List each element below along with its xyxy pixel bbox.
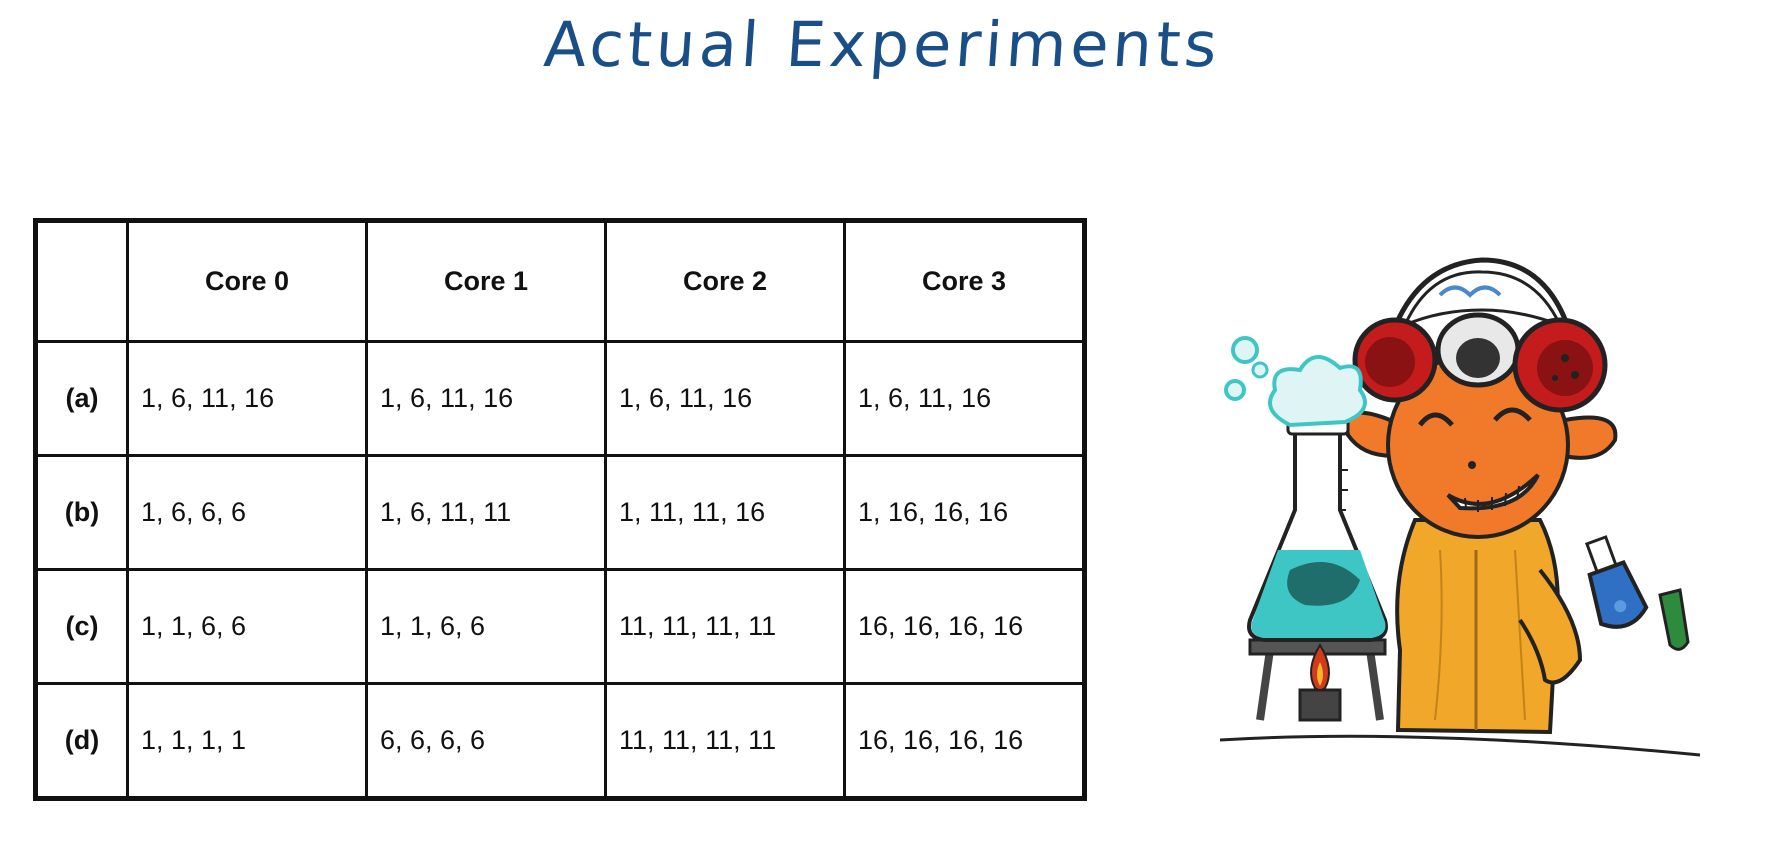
table-cell: 1, 1, 1, 1 <box>126 682 368 800</box>
scientist-illustration <box>1219 250 1730 775</box>
table-cell: 1, 1, 6, 6 <box>126 568 368 685</box>
row-label: (b) <box>34 454 129 571</box>
header-cell-empty <box>34 219 129 343</box>
header-cell-core-2: Core 2 <box>604 219 846 343</box>
table-cell: 6, 6, 6, 6 <box>365 682 607 800</box>
experiments-table: Core 0 Core 1 Core 2 Core 3 (a) 1, 6, 11… <box>33 218 1087 801</box>
table-cell: 11, 11, 11, 11 <box>604 568 846 685</box>
experiments-table-container: Core 0 Core 1 Core 2 Core 3 (a) 1, 6, 11… <box>33 218 1087 801</box>
header-cell-core-3: Core 3 <box>843 219 1086 343</box>
table-cell: 16, 16, 16, 16 <box>843 568 1086 685</box>
scientist-with-flask-icon <box>1219 257 1701 757</box>
header-cell-core-1: Core 1 <box>365 219 607 343</box>
table-row: (c) 1, 1, 6, 6 1, 1, 6, 6 11, 11, 11, 11… <box>34 568 1086 685</box>
table-cell: 1, 6, 6, 6 <box>126 454 368 571</box>
row-label: (a) <box>34 340 129 457</box>
table-header-row: Core 0 Core 1 Core 2 Core 3 <box>34 219 1086 343</box>
row-label: (d) <box>34 682 129 800</box>
table-cell: 1, 6, 11, 11 <box>365 454 607 571</box>
table-cell: 1, 6, 11, 16 <box>365 340 607 457</box>
table-row: (a) 1, 6, 11, 16 1, 6, 11, 16 1, 6, 11, … <box>34 340 1086 457</box>
table-cell: 1, 11, 11, 16 <box>604 454 846 571</box>
table-row: (d) 1, 1, 1, 1 6, 6, 6, 6 11, 11, 11, 11… <box>34 682 1086 800</box>
table-cell: 16, 16, 16, 16 <box>843 682 1086 800</box>
row-label: (c) <box>34 568 129 685</box>
table-cell: 1, 6, 11, 16 <box>604 340 846 457</box>
table-cell: 1, 16, 16, 16 <box>843 454 1086 571</box>
table-cell: 1, 1, 6, 6 <box>365 568 607 685</box>
table-cell: 11, 11, 11, 11 <box>604 682 846 800</box>
header-cell-core-0: Core 0 <box>126 219 368 343</box>
table-cell: 1, 6, 11, 16 <box>843 340 1086 457</box>
table-cell: 1, 6, 11, 16 <box>126 340 368 457</box>
page-title: Actual Experiments <box>541 8 1224 81</box>
table-row: (b) 1, 6, 6, 6 1, 6, 11, 11 1, 11, 11, 1… <box>34 454 1086 571</box>
